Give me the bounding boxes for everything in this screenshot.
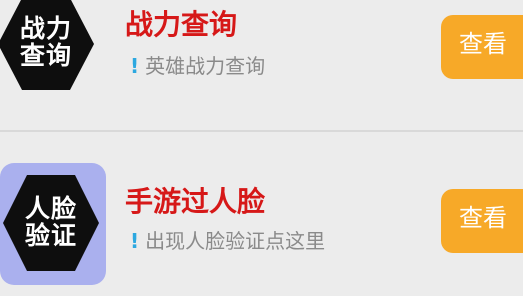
hexagon-badge-icon: 人脸 验证 xyxy=(3,175,99,271)
item-title: 战力查询 xyxy=(125,8,238,41)
icon-label: 人脸 验证 xyxy=(3,195,99,249)
app-icon-tile[interactable]: 战力 查询 xyxy=(0,0,106,106)
item-subtitle-row: ! 出现人脸验证点这里 xyxy=(130,229,325,253)
icon-label-line2: 查询 xyxy=(19,41,72,70)
icon-label-line1: 战力 xyxy=(19,14,72,43)
exclamation-icon: ! xyxy=(130,54,140,78)
item-title: 手游过人脸 xyxy=(125,185,266,218)
tool-list: 战力 查询 战力查询 ! 英雄战力查询 查看 人脸 验证 手游过人脸 ! 出现人脸验… xyxy=(0,0,523,296)
icon-label-line1: 人脸 xyxy=(24,194,77,223)
view-button[interactable]: 查看 xyxy=(441,15,523,79)
icon-label: 战力 查询 xyxy=(0,15,94,69)
item-subtitle-row: ! 英雄战力查询 xyxy=(130,54,265,78)
list-item[interactable]: 战力 查询 战力查询 ! 英雄战力查询 查看 xyxy=(0,0,523,130)
hexagon-badge-icon: 战力 查询 xyxy=(0,0,94,90)
list-item[interactable]: 人脸 验证 手游过人脸 ! 出现人脸验证点这里 查看 xyxy=(0,131,523,296)
exclamation-icon: ! xyxy=(130,229,140,253)
item-subtitle: 出现人脸验证点这里 xyxy=(145,229,326,253)
item-subtitle: 英雄战力查询 xyxy=(145,54,266,78)
app-icon-tile[interactable]: 人脸 验证 xyxy=(0,163,106,285)
view-button[interactable]: 查看 xyxy=(441,189,523,253)
icon-label-line2: 验证 xyxy=(24,221,77,250)
